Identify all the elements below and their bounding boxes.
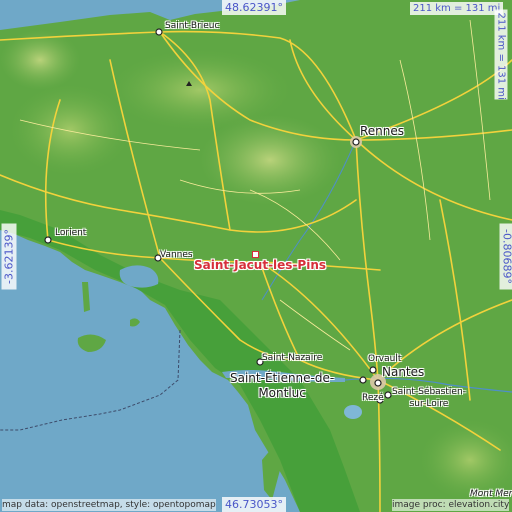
- city-lorient[interactable]: Lorient: [55, 228, 86, 238]
- city-saint-sebastien-line2: sur-Loire: [409, 399, 449, 409]
- highlighted-place-label[interactable]: Saint-Jacut-les-Pins: [194, 258, 326, 272]
- highland-west: [10, 85, 130, 175]
- city-saint-sebastien-sur-loire[interactable]: Saint-Sébastien- sur-Loire: [392, 386, 466, 410]
- credit-map-data: map data: openstreetmap, style: opentopo…: [2, 499, 216, 511]
- city-saint-etienne-line2: Montluc: [258, 386, 306, 400]
- city-reze[interactable]: Rezé: [362, 393, 384, 403]
- city-nantes[interactable]: Nantes: [382, 365, 424, 379]
- coord-bottom: 46.73053°: [222, 497, 286, 512]
- city-saint-brieuc[interactable]: Saint-Brieuc: [165, 21, 219, 31]
- coord-left: -3.62139°: [1, 223, 17, 290]
- scale-vertical: 211 km = 131 mi: [494, 9, 508, 100]
- coord-right: -0.80689°: [499, 223, 512, 290]
- coord-top: 48.62391°: [222, 0, 286, 15]
- highland-north: [110, 50, 290, 130]
- city-saint-nazaire[interactable]: Saint-Nazaire: [262, 353, 322, 363]
- city-saint-etienne-de-montluc[interactable]: Saint-Étienne-de- Montluc: [230, 371, 334, 401]
- city-saint-etienne-line1: Saint-Étienne-de-: [230, 371, 335, 385]
- city-orvault[interactable]: Orvault: [368, 354, 401, 364]
- city-saint-sebastien-line1: Saint-Sébastien-: [392, 387, 466, 397]
- lac-de-grand-lieu: [344, 405, 362, 419]
- scale-horizontal: 211 km = 131 mi: [410, 2, 504, 15]
- city-vannes[interactable]: Vannes: [160, 250, 193, 260]
- location-marker[interactable]: [252, 251, 259, 258]
- topographic-map[interactable]: Saint-Brieuc Rennes Lorient Vannes Saint…: [0, 0, 512, 512]
- credit-image-proc: image proc: elevation.city: [392, 499, 510, 511]
- city-mont-merc[interactable]: Mont Merc: [470, 489, 512, 499]
- city-rennes[interactable]: Rennes: [360, 124, 404, 138]
